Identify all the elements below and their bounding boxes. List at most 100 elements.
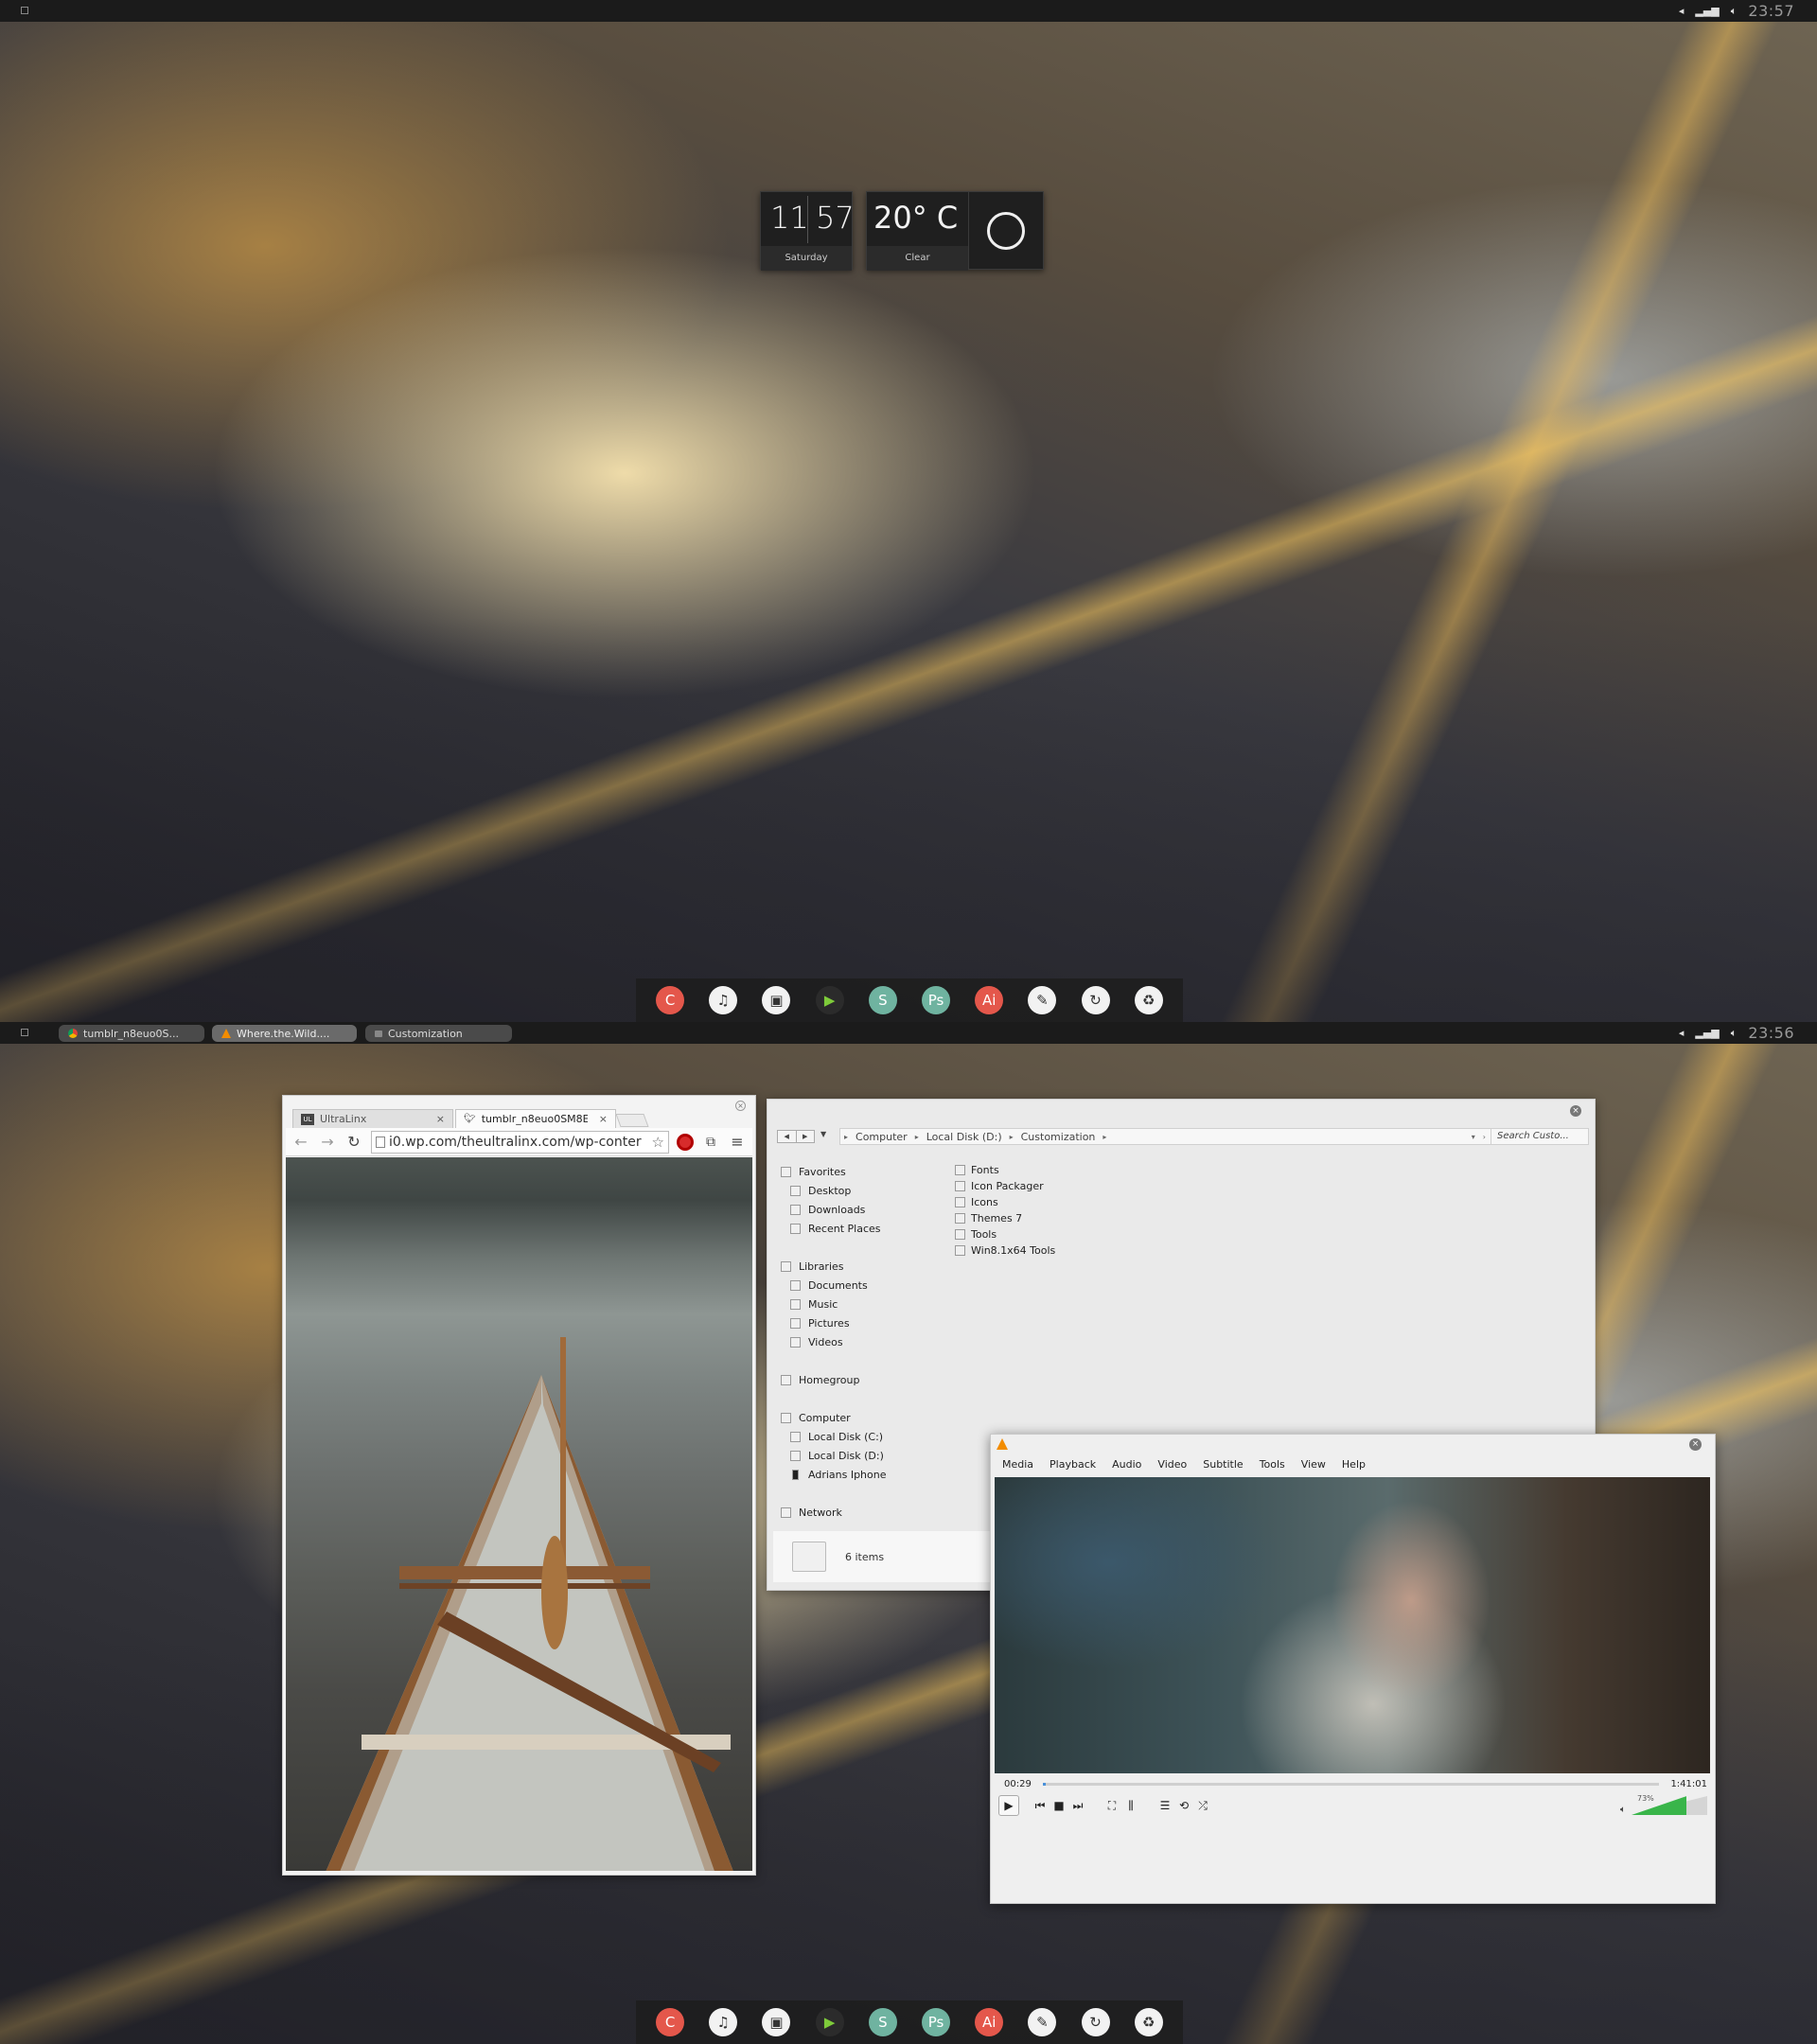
previous-icon[interactable]: ⏮ (1031, 1796, 1050, 1815)
sidebar-item-recent-places[interactable]: Recent Places (781, 1219, 970, 1238)
c-app-icon[interactable]: C (656, 986, 685, 1014)
window-close-button[interactable]: × (1689, 1438, 1702, 1451)
sidebar-item-computer[interactable]: Computer (781, 1408, 970, 1427)
taskbar-item-vlc[interactable]: Where.the.Wild.... (212, 1025, 357, 1042)
clock[interactable]: 23:56 (1748, 1024, 1794, 1042)
photos-icon[interactable]: ▣ (762, 986, 791, 1014)
sidebar-item-local-disk-d[interactable]: Local Disk (D:) (781, 1446, 970, 1465)
address-bar[interactable]: i0.wp.com/theultralinx.com/wp-conter ☆ (371, 1130, 669, 1154)
loop-icon[interactable]: ⟲ (1174, 1796, 1193, 1815)
skype-icon[interactable]: S (868, 2008, 897, 2036)
breadcrumb-item[interactable]: Computer (856, 1131, 908, 1143)
sidebar-item-desktop[interactable]: Desktop (781, 1181, 970, 1200)
skype-icon[interactable]: S (868, 986, 897, 1014)
sidebar-item-documents[interactable]: Documents (781, 1276, 970, 1295)
sidebar-item-local-disk-c[interactable]: Local Disk (C:) (781, 1427, 970, 1446)
list-item[interactable]: Fonts (955, 1162, 1055, 1178)
bookmark-star-icon[interactable]: ☆ (652, 1134, 664, 1151)
menu-icon[interactable]: ≡ (728, 1133, 747, 1151)
reload-icon[interactable]: ↻ (344, 1133, 363, 1151)
volume-slider[interactable]: 73% (1632, 1794, 1707, 1815)
forward-icon[interactable]: → (318, 1133, 337, 1151)
list-item[interactable]: Icons (955, 1194, 1055, 1210)
sidebar-item-iphone[interactable]: Adrians Iphone (781, 1465, 970, 1484)
menu-video[interactable]: Video (1157, 1458, 1187, 1471)
feather-icon[interactable]: ✎ (1028, 986, 1057, 1014)
volume-icon[interactable]: 🔈︎ (1731, 5, 1738, 18)
photoshop-icon[interactable]: Ps (922, 2008, 951, 2036)
menu-tools[interactable]: Tools (1260, 1458, 1285, 1471)
tab-close-button[interactable]: × (599, 1113, 608, 1125)
illustrator-icon[interactable]: Ai (975, 986, 1004, 1014)
sidebar-item-homegroup[interactable]: Homegroup (781, 1370, 970, 1389)
sidebar-item-videos[interactable]: Videos (781, 1332, 970, 1351)
list-item[interactable]: Icon Packager (955, 1178, 1055, 1194)
menu-view[interactable]: View (1301, 1458, 1326, 1471)
recycle-bin-icon[interactable]: ♻ (1134, 2008, 1163, 2036)
seek-bar[interactable]: 00:29 1:41:01 (1004, 1777, 1707, 1790)
list-item[interactable]: Win8.1x64 Tools (955, 1242, 1055, 1259)
menu-button[interactable] (21, 7, 28, 14)
volume-icon[interactable]: 🔈︎ (1731, 1027, 1738, 1040)
refresh-icon[interactable]: › (1483, 1133, 1486, 1141)
list-item[interactable]: Tools (955, 1226, 1055, 1242)
music-icon[interactable]: ♫ (709, 2008, 738, 2036)
play-button[interactable]: ▶ (998, 1795, 1019, 1816)
speaker-icon[interactable]: 🔈︎ (1620, 1805, 1626, 1815)
photoshop-icon[interactable]: Ps (922, 986, 951, 1014)
menu-subtitle[interactable]: Subtitle (1203, 1458, 1243, 1471)
window-close-button[interactable]: × (735, 1101, 746, 1111)
menu-playback[interactable]: Playback (1050, 1458, 1096, 1471)
new-tab-button[interactable] (615, 1114, 649, 1127)
music-icon[interactable]: ♫ (709, 986, 738, 1014)
stop-icon[interactable]: ■ (1050, 1796, 1068, 1815)
dropdown-icon[interactable]: ▾ (1472, 1133, 1475, 1141)
window-close-button[interactable]: × (1570, 1105, 1581, 1117)
breadcrumb[interactable]: ▸ Computer ▸ Local Disk (D:) ▸ Customiza… (839, 1128, 1492, 1145)
sidebar-item-downloads[interactable]: Downloads (781, 1200, 970, 1219)
sidebar-item-pictures[interactable]: Pictures (781, 1313, 970, 1332)
adblock-extension-icon[interactable] (677, 1133, 694, 1151)
media-player-icon[interactable]: ▶ (815, 986, 844, 1014)
refresh-icon[interactable]: ↻ (1081, 986, 1110, 1014)
signal-icon[interactable]: ▂▄▆ (1695, 5, 1719, 17)
video-frame[interactable] (995, 1477, 1710, 1773)
recycle-bin-icon[interactable]: ♻ (1134, 986, 1163, 1014)
tray-arrow-icon[interactable]: ◂ (1679, 1027, 1685, 1039)
playlist-icon[interactable]: ☰ (1155, 1796, 1174, 1815)
forward-icon[interactable]: ▶ (795, 1131, 815, 1142)
tab-ultralinx[interactable]: UL UltraLinx × (292, 1109, 453, 1128)
sidebar-item-libraries[interactable]: Libraries (781, 1257, 970, 1276)
c-app-icon[interactable]: C (656, 2008, 685, 2036)
list-item[interactable]: Themes 7 (955, 1210, 1055, 1226)
illustrator-icon[interactable]: Ai (975, 2008, 1004, 2036)
back-icon[interactable]: ← (291, 1133, 310, 1151)
next-icon[interactable]: ⏭ (1068, 1796, 1087, 1815)
signal-icon[interactable]: ▂▄▆ (1695, 1027, 1719, 1039)
media-player-icon[interactable]: ▶ (815, 2008, 844, 2036)
sidebar-item-favorites[interactable]: Favorites (781, 1162, 970, 1181)
photos-icon[interactable]: ▣ (762, 2008, 791, 2036)
shuffle-icon[interactable]: ⤮ (1193, 1796, 1212, 1815)
cast-icon[interactable]: ⧉ (701, 1135, 720, 1150)
breadcrumb-item[interactable]: Customization (1021, 1131, 1096, 1143)
back-icon[interactable]: ◀ (778, 1131, 796, 1142)
volume-control[interactable]: 🔈︎ 73% (1620, 1794, 1707, 1815)
feather-icon[interactable]: ✎ (1028, 2008, 1057, 2036)
extended-settings-icon[interactable]: ⫼ (1121, 1796, 1140, 1815)
menu-audio[interactable]: Audio (1112, 1458, 1141, 1471)
sidebar-item-music[interactable]: Music (781, 1295, 970, 1313)
tray-arrow-icon[interactable]: ◂ (1679, 5, 1685, 17)
breadcrumb-item[interactable]: Local Disk (D:) (926, 1131, 1002, 1143)
recent-locations-icon[interactable]: ▼ (820, 1130, 826, 1138)
menu-media[interactable]: Media (1002, 1458, 1033, 1471)
tab-close-button[interactable]: × (436, 1113, 445, 1125)
sidebar-item-network[interactable]: Network (781, 1503, 970, 1522)
taskbar-item-explorer[interactable]: Customization (365, 1025, 512, 1042)
search-input[interactable]: Search Custo... (1491, 1128, 1589, 1145)
menu-button[interactable] (21, 1029, 28, 1036)
tab-tumblr[interactable]: 🐦︎ tumblr_n8euo0SM8E1 × (455, 1109, 616, 1128)
taskbar-item-chrome[interactable]: tumblr_n8euo0S... (59, 1025, 204, 1042)
clock[interactable]: 23:57 (1748, 2, 1794, 20)
refresh-icon[interactable]: ↻ (1081, 2008, 1110, 2036)
